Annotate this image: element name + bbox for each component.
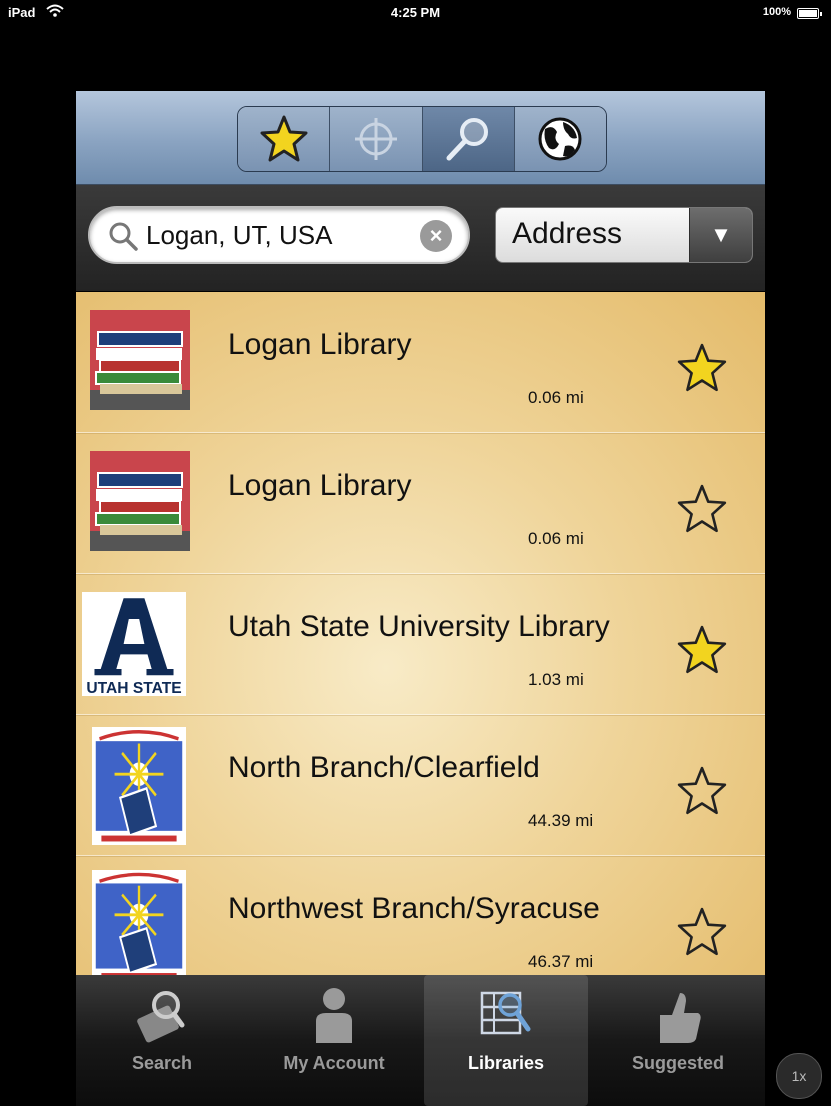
star-icon[interactable]	[676, 342, 728, 394]
search-type-select[interactable]: Address ▼	[495, 207, 753, 263]
app-window: × Address ▼ Logan Library 0.06 mi	[76, 91, 765, 1106]
battery-icon	[797, 8, 822, 19]
search-icon	[109, 222, 138, 251]
tab-my-account[interactable]: My Account	[248, 975, 420, 1106]
tab-search[interactable]: Search	[76, 975, 248, 1106]
library-list[interactable]: Logan Library 0.06 mi Logan Library 0.06…	[76, 292, 765, 975]
library-name: Utah State University Library	[228, 610, 610, 643]
thumbs-up-icon	[660, 993, 701, 1043]
library-name: Logan Library	[228, 469, 412, 502]
svg-text:UTAH STATE: UTAH STATE	[86, 680, 181, 696]
library-name: North Branch/Clearfield	[228, 751, 540, 784]
star-outline-icon[interactable]	[676, 906, 728, 958]
globe-icon	[538, 117, 582, 161]
star-icon[interactable]	[676, 624, 728, 676]
books-logo	[90, 310, 190, 410]
account-icon	[316, 988, 352, 1043]
list-item[interactable]: Logan Library 0.06 mi	[76, 433, 765, 574]
star-outline-icon[interactable]	[676, 483, 728, 535]
library-distance: 46.37 mi	[528, 952, 594, 971]
library-name: Logan Library	[228, 328, 412, 361]
library-distance: 0.06 mi	[528, 388, 584, 407]
library-distance: 44.39 mi	[528, 811, 594, 830]
search-tab-icon	[137, 991, 185, 1043]
segment-nearby[interactable]	[330, 107, 423, 171]
search-field[interactable]: ×	[88, 206, 470, 264]
clock: 4:25 PM	[390, 5, 441, 20]
toolbar	[76, 91, 765, 185]
star-outline-icon[interactable]	[676, 765, 728, 817]
segment-favorites[interactable]	[238, 107, 331, 171]
tab-label: Suggested	[631, 1053, 724, 1073]
segment-search[interactable]	[422, 107, 515, 171]
tab-libraries[interactable]: Libraries	[424, 975, 588, 1106]
clear-icon[interactable]: ×	[420, 220, 452, 252]
tab-label: My Account	[283, 1053, 385, 1073]
tab-suggested[interactable]: Suggested	[592, 975, 764, 1106]
tab-label: Libraries	[467, 1053, 545, 1073]
mode-segmented-control	[237, 106, 607, 172]
battery-percent: 100%	[762, 6, 791, 18]
list-item[interactable]: Logan Library 0.06 mi	[76, 292, 765, 433]
tab-label: Search	[131, 1053, 193, 1073]
crosshair-icon	[354, 118, 397, 160]
zoom-button[interactable]: 1x	[776, 1053, 822, 1099]
search-input[interactable]	[146, 217, 406, 253]
magnifier-icon	[446, 118, 489, 161]
status-bar: iPad 4:25 PM 100%	[0, 0, 831, 28]
search-type-value: Address	[512, 217, 623, 250]
usu-logo: UTAH STATE	[82, 592, 186, 696]
list-item[interactable]: Northwest Branch/Syracuse 46.37 mi	[76, 856, 765, 975]
library-distance: 1.03 mi	[528, 670, 584, 689]
star-icon	[260, 115, 308, 162]
davis-library-logo	[92, 870, 186, 975]
list-item[interactable]: UTAH STATE Utah State University Library…	[76, 574, 765, 715]
chevron-down-icon: ▼	[689, 208, 752, 262]
library-name: Northwest Branch/Syracuse	[228, 892, 600, 925]
tab-bar: Search My Account Libraries Suggested	[76, 975, 765, 1106]
davis-library-logo	[92, 727, 186, 845]
library-distance: 0.06 mi	[528, 529, 584, 548]
libraries-icon	[480, 991, 531, 1035]
search-bar: × Address ▼	[76, 185, 765, 291]
books-logo	[90, 451, 190, 551]
segment-world[interactable]	[514, 107, 606, 171]
list-item[interactable]: North Branch/Clearfield 44.39 mi	[76, 715, 765, 856]
